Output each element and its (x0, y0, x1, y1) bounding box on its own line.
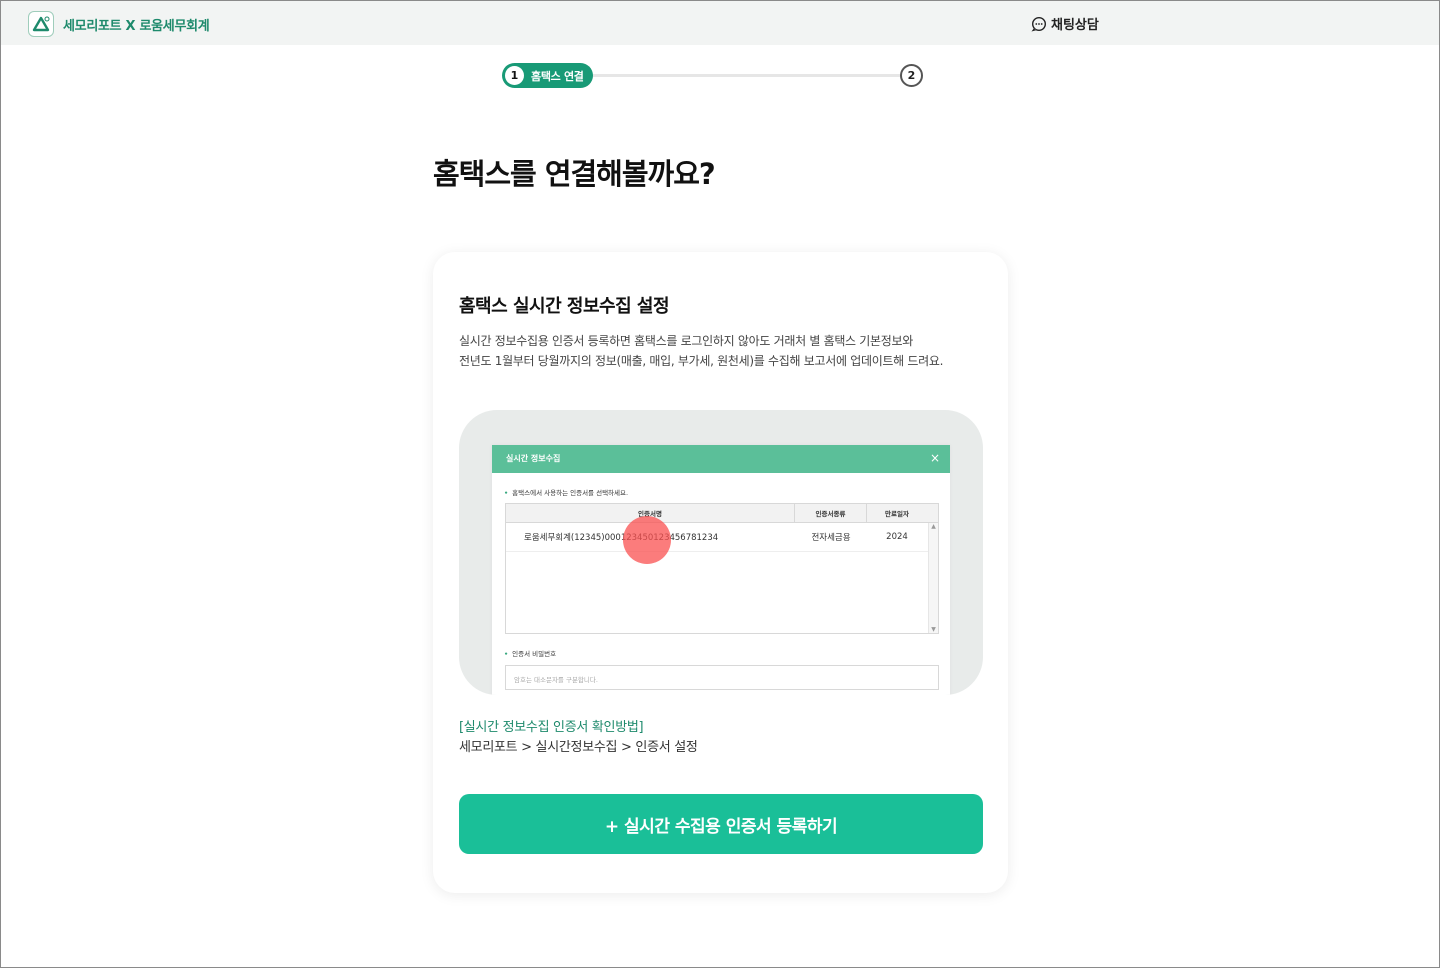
illustration-password-input: 암호는 대소문자를 구분합니다. (505, 665, 939, 690)
hometax-setup-card: 홈택스 실시간 정보수집 설정 실시간 정보수집용 인증서 등록하면 홈택스를 … (433, 252, 1008, 893)
illustration-cert-table-header: 인증서명 인증서종류 만료일자 (506, 504, 938, 523)
illustration-scrollbar: ▲ ▼ (928, 523, 938, 633)
column-header-expiry: 만료일자 (885, 510, 909, 518)
table-row: 로움세무회계(12345)000123450123456781234 전자세금용… (506, 523, 938, 552)
step-1-number: 1 (505, 66, 524, 85)
certificate-help-link[interactable]: [실시간 정보수집 인증서 확인방법] (459, 716, 644, 735)
card-description-line-2: 전년도 1월부터 당월까지의 정보(매출, 매입, 부가세, 원천세)를 수집해… (459, 354, 944, 368)
illustration-password-label-text: 인증서 비밀번호 (512, 650, 557, 658)
step-2-number: 2 (900, 64, 923, 87)
card-description: 실시간 정보수집용 인증서 등록하면 홈택스를 로그인하지 않아도 거래처 별 … (459, 331, 989, 371)
illustration-cert-table: 인증서명 인증서종류 만료일자 로움세무회계(12345)00012345012… (505, 503, 939, 634)
cert-expiry-cell: 2024 (886, 532, 908, 542)
illustration-hint: • 홈택스에서 사용하는 인증서를 선택하세요. (504, 487, 628, 497)
scroll-up-icon: ▲ (931, 523, 936, 530)
illustration-modal-title: 실시간 정보수집 (506, 454, 561, 463)
register-certificate-button[interactable]: + 실시간 수집용 인증서 등록하기 (459, 794, 983, 854)
logo[interactable] (28, 11, 54, 37)
brand-title: 세모리포트 X 로움세무회계 (63, 19, 210, 34)
cert-type-cell: 전자세금용 (811, 533, 851, 543)
scroll-down-icon: ▼ (931, 626, 936, 633)
page-title: 홈택스를 연결해볼까요? (433, 157, 716, 191)
close-icon: × (929, 451, 940, 465)
certificate-illustration: 실시간 정보수집 × • 홈택스에서 사용하는 인증서를 선택하세요. 인증서명 … (459, 410, 983, 695)
illustration-modal-header: 실시간 정보수집 × (492, 445, 950, 473)
column-header-type: 인증서종류 (795, 504, 867, 522)
chat-consult-button[interactable]: 채팅상담 (1031, 14, 1099, 33)
stepper-track (591, 74, 903, 77)
illustration-modal: 실시간 정보수집 × • 홈택스에서 사용하는 인증서를 선택하세요. 인증서명 … (492, 445, 950, 695)
certificate-help-path: 세모리포트 > 실시간정보수집 > 인증서 설정 (459, 740, 698, 755)
step-1-label: 홈택스 연결 (531, 69, 584, 83)
card-description-line-1: 실시간 정보수집용 인증서 등록하면 홈택스를 로그인하지 않아도 거래처 별 … (459, 334, 914, 348)
step-1-active: 1 홈택스 연결 (502, 63, 593, 88)
card-title: 홈택스 실시간 정보수집 설정 (459, 296, 670, 317)
bullet-icon: • (504, 489, 509, 497)
click-highlight-dot (623, 516, 671, 564)
top-bar: 세모리포트 X 로움세무회계 채팅상담 (1, 1, 1439, 45)
chat-consult-label: 채팅상담 (1051, 18, 1099, 33)
register-certificate-label: + 실시간 수집용 인증서 등록하기 (604, 816, 838, 837)
logo-icon (32, 16, 50, 32)
bullet-icon: • (504, 650, 509, 658)
illustration-password-label: • 인증서 비밀번호 (504, 648, 556, 658)
chat-bubble-icon (1031, 16, 1047, 32)
illustration-hint-text: 홈택스에서 사용하는 인증서를 선택하세요. (512, 489, 629, 497)
